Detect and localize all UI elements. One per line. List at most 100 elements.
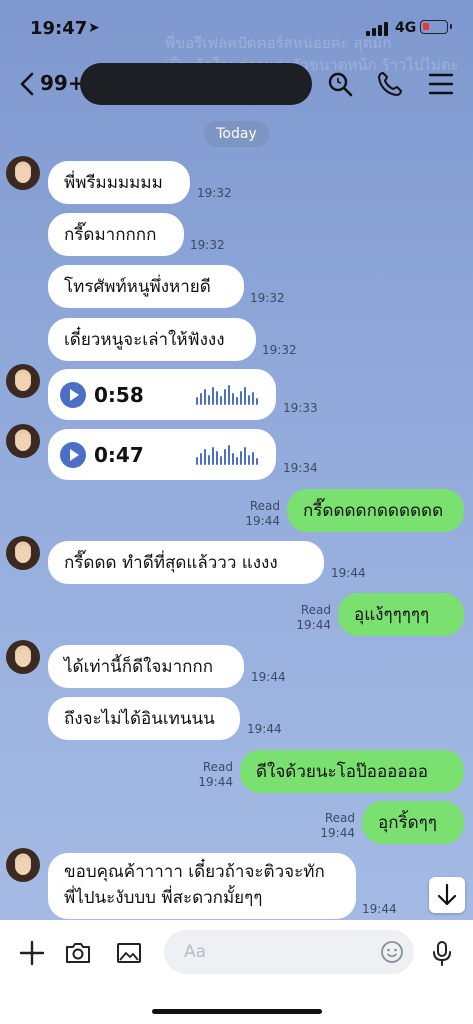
- message-time: 19:44: [331, 566, 366, 580]
- read-label: Read: [202, 760, 233, 774]
- contact-avatar[interactable]: [6, 848, 40, 882]
- message-time: 19:32: [197, 186, 232, 200]
- waveform-bar: [248, 455, 250, 465]
- waveform-bar: [240, 391, 242, 405]
- status-bar: 19:47 ➤ 4G: [0, 0, 473, 58]
- waveform-bar: [220, 396, 222, 405]
- read-label: Read: [249, 499, 280, 513]
- search-icon[interactable]: [326, 70, 354, 98]
- outgoing-message[interactable]: อุแง้ๆๆๆๆๆ: [338, 593, 464, 636]
- input-placeholder: Aa: [184, 942, 207, 962]
- read-receipt: Read 19:44: [236, 499, 280, 529]
- incoming-message[interactable]: โทรศัพท์หนูพึ่งหายดี: [48, 265, 244, 308]
- message-time: 19:44: [320, 826, 355, 840]
- date-separator: Today: [204, 121, 269, 147]
- message-time: 19:32: [250, 291, 285, 305]
- contact-avatar[interactable]: [6, 536, 40, 570]
- waveform-icon: [196, 445, 262, 465]
- waveform-bar: [224, 449, 226, 465]
- waveform-bar: [208, 395, 210, 405]
- incoming-message[interactable]: เดี๋ยวหนูจะเล่าให้ฟังงง: [48, 318, 256, 361]
- waveform-bar: [212, 387, 214, 405]
- waveform-bar: [244, 387, 246, 405]
- outgoing-message[interactable]: ดีใจด้วยนะโอป๊ออออออ: [240, 750, 464, 793]
- outgoing-message[interactable]: อุกริ้ดๆๆ: [362, 801, 464, 844]
- signal-icon: [366, 22, 390, 36]
- composer-bar: Aa: [0, 920, 473, 1024]
- message-time: 19:44: [245, 514, 280, 528]
- phone-icon[interactable]: [376, 70, 404, 98]
- waveform-bar: [256, 458, 258, 465]
- play-icon[interactable]: [60, 381, 86, 408]
- menu-icon[interactable]: [427, 70, 455, 98]
- waveform-bar: [200, 393, 202, 405]
- waveform-icon: [196, 385, 262, 405]
- camera-icon[interactable]: [64, 939, 92, 967]
- message-time: 19:44: [198, 775, 233, 789]
- waveform-bar: [236, 397, 238, 405]
- emoji-icon[interactable]: [380, 940, 404, 964]
- waveform-bar: [228, 385, 230, 405]
- home-indicator: [152, 1009, 322, 1014]
- message-time: 19:34: [283, 461, 318, 475]
- battery-icon: [420, 20, 452, 34]
- read-receipt: Read 19:44: [287, 603, 331, 633]
- image-icon[interactable]: [115, 939, 143, 967]
- waveform-bar: [228, 445, 230, 465]
- status-time: 19:47: [30, 18, 88, 39]
- unread-count[interactable]: 99+: [40, 71, 85, 95]
- plus-icon[interactable]: [18, 939, 46, 967]
- waveform-bar: [248, 395, 250, 405]
- message-time: 19:32: [262, 343, 297, 357]
- read-label: Read: [324, 811, 355, 825]
- waveform-bar: [200, 453, 202, 465]
- waveform-bar: [208, 455, 210, 465]
- waveform-bar: [240, 451, 242, 465]
- voice-message[interactable]: 0:58: [48, 369, 276, 420]
- incoming-message[interactable]: ถึงจะไม่ได้อินเทนนน: [48, 697, 240, 740]
- waveform-bar: [244, 447, 246, 465]
- incoming-message[interactable]: กรี๊ดมากกกก: [48, 213, 184, 256]
- message-time: 19:44: [247, 722, 282, 736]
- scroll-down-icon[interactable]: [429, 877, 465, 913]
- waveform-bar: [236, 457, 238, 465]
- message-time: 19:44: [251, 670, 286, 684]
- incoming-message[interactable]: ได้เท่านี้ก็ดีใจมากกก: [48, 645, 244, 688]
- chat-header: 99+: [0, 58, 473, 110]
- waveform-bar: [216, 451, 218, 465]
- waveform-bar: [204, 389, 206, 405]
- waveform-bar: [212, 447, 214, 465]
- contact-avatar[interactable]: [6, 156, 40, 190]
- waveform-bar: [252, 392, 254, 405]
- message-time: 19:44: [362, 902, 397, 916]
- location-arrow-icon: ➤: [88, 20, 100, 36]
- voice-message[interactable]: 0:47: [48, 429, 276, 480]
- message-time: 19:44: [296, 618, 331, 632]
- outgoing-message[interactable]: กรี๊ดดดดกดดดดดด: [287, 489, 464, 532]
- waveform-bar: [224, 389, 226, 405]
- read-label: Read: [300, 603, 331, 617]
- network-type: 4G: [395, 20, 417, 36]
- message-time: 19:33: [283, 401, 318, 415]
- message-input[interactable]: Aa: [164, 930, 414, 974]
- microphone-icon[interactable]: [428, 939, 456, 967]
- redacted-contact-name: [80, 63, 312, 105]
- waveform-bar: [256, 398, 258, 405]
- waveform-bar: [216, 391, 218, 405]
- back-chevron-icon[interactable]: [16, 70, 40, 98]
- incoming-message[interactable]: ขอบคุณค้าาาาา เดี๋ยวถ้าจะติวจะทัก พี่ไปน…: [48, 853, 356, 919]
- incoming-message[interactable]: พี่พรีมมมมมม: [48, 161, 190, 204]
- contact-avatar[interactable]: [6, 640, 40, 674]
- waveform-bar: [220, 456, 222, 465]
- chat-screen: พี่ขอรีเฟลคปัดคอร์สหน่อยค่ะ สุดมัก เป็นเ…: [0, 0, 473, 1024]
- read-receipt: Read 19:44: [311, 811, 355, 841]
- waveform-bar: [196, 457, 198, 465]
- incoming-message[interactable]: กรี๊ดดด ทำดีที่สุดแล้ววว แงงง: [48, 541, 324, 584]
- waveform-bar: [252, 452, 254, 465]
- contact-avatar[interactable]: [6, 424, 40, 458]
- play-icon[interactable]: [60, 441, 86, 468]
- waveform-bar: [232, 393, 234, 405]
- read-receipt: Read 19:44: [189, 760, 233, 790]
- waveform-bar: [196, 397, 198, 405]
- contact-avatar[interactable]: [6, 364, 40, 398]
